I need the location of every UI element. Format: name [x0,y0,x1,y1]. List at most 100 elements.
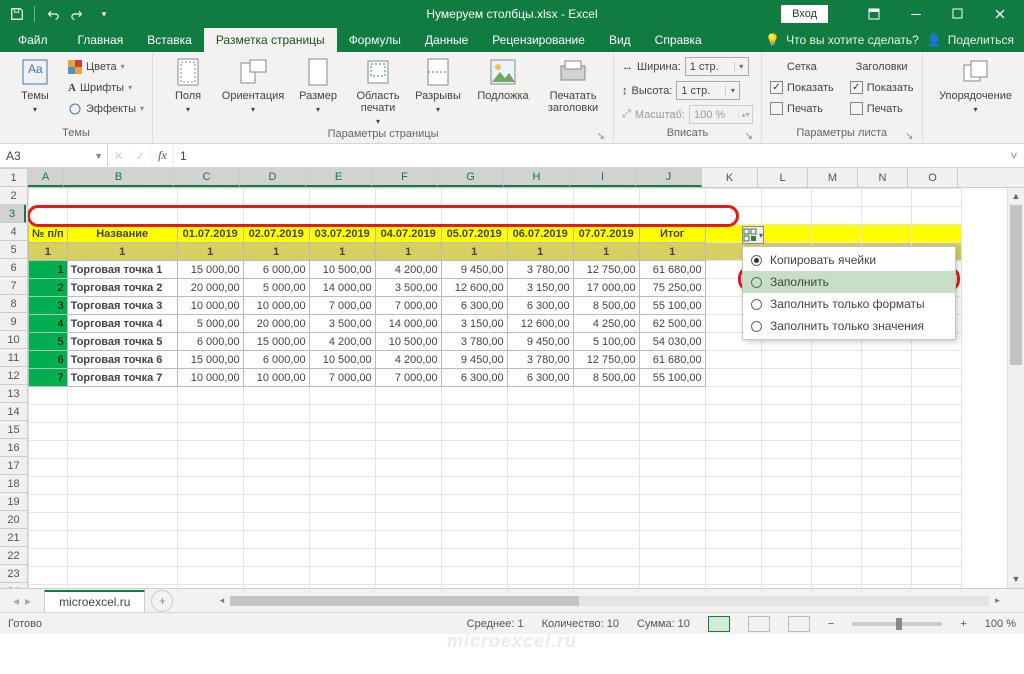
cell[interactable]: 12 750,00 [573,351,639,369]
column-header[interactable]: G [438,168,504,187]
print-titles-button[interactable]: Печатать заголовки [541,56,605,114]
cell[interactable]: 15 000,00 [243,333,309,351]
cell[interactable]: 3 150,00 [507,279,573,297]
cell[interactable]: 17 000,00 [573,279,639,297]
cell[interactable]: 5 000,00 [177,315,243,333]
column-header[interactable]: B [64,168,174,187]
fit-scale[interactable]: ⤢Масштаб:100 %▴▾ [622,104,753,125]
cell[interactable]: 3 780,00 [507,351,573,369]
dialog-launcher-icon[interactable]: ↘ [905,131,913,142]
cell[interactable]: 4 200,00 [375,261,441,279]
tab-file[interactable]: Файл [0,28,66,52]
row-header[interactable]: 2 [0,187,27,205]
headings-view-checkbox[interactable]: ✓Показать [850,77,914,98]
cell[interactable]: 1 [507,243,573,261]
cell[interactable]: 1 [441,243,507,261]
cell[interactable]: 1 [67,243,177,261]
cell[interactable]: 54 030,00 [639,333,705,351]
signin-button[interactable]: Вход [781,5,828,23]
tell-me[interactable]: 💡 Что вы хотите сделать? [765,33,919,47]
cell[interactable]: 3 500,00 [375,279,441,297]
row-header[interactable]: 22 [0,547,27,565]
row-header[interactable]: 14 [0,403,27,421]
cancel-formula-icon[interactable]: ✕ [108,144,130,167]
row-header[interactable]: 19 [0,493,27,511]
cell[interactable]: 6 000,00 [177,333,243,351]
cell[interactable]: 6 300,00 [441,369,507,387]
tab-view[interactable]: Вид [597,28,643,52]
menu-fill-formatting[interactable]: Заполнить только форматы [743,293,955,315]
cell[interactable]: 10 500,00 [375,333,441,351]
cell[interactable]: 12 750,00 [573,261,639,279]
tab-data[interactable]: Данные [413,28,480,52]
cell[interactable]: 10 000,00 [177,369,243,387]
save-icon[interactable] [6,3,28,25]
print-area-button[interactable]: Область печати▾ [351,56,405,128]
cell[interactable]: 1 [639,243,705,261]
cell[interactable]: 12 600,00 [441,279,507,297]
cell[interactable]: 6 300,00 [507,369,573,387]
column-header[interactable]: I [570,168,636,187]
cell[interactable]: № п/п [29,225,68,243]
cell[interactable]: 8 500,00 [573,369,639,387]
theme-effects[interactable]: Эффекты ▾ [68,98,144,119]
cell[interactable]: Итог [639,225,705,243]
row-header[interactable]: 13 [0,385,27,403]
menu-fill-series[interactable]: Заполнить [743,271,955,293]
minimize-icon[interactable] [896,0,936,28]
column-header[interactable]: O [908,168,958,187]
zoom-slider[interactable] [852,622,942,626]
name-box[interactable]: A3▼ [0,144,108,167]
row-header[interactable]: 3 [0,205,26,223]
cell[interactable]: 20 000,00 [243,315,309,333]
cell[interactable]: 1 [309,243,375,261]
column-header[interactable]: K [702,168,758,187]
select-all-cells[interactable] [0,168,28,169]
cell[interactable]: Торговая точка 7 [67,369,177,387]
column-header[interactable]: A [28,168,64,187]
autofill-options-button[interactable]: ▾ [742,226,764,244]
column-header[interactable]: H [504,168,570,187]
cell[interactable]: Торговая точка 6 [67,351,177,369]
menu-fill-values[interactable]: Заполнить только значения [743,315,955,337]
cell[interactable]: 14 000,00 [309,279,375,297]
orientation-button[interactable]: Ориентация▾ [221,56,285,116]
view-page-layout-icon[interactable] [748,616,770,632]
dialog-launcher-icon[interactable]: ↘ [597,131,605,142]
cell[interactable]: 7 000,00 [375,297,441,315]
cell[interactable]: 10 000,00 [243,369,309,387]
row-header[interactable]: 7 [0,277,27,295]
cell[interactable]: 02.07.2019 [243,225,309,243]
gridlines-view-checkbox[interactable]: ✓Показать [770,77,834,98]
cell[interactable]: 4 [29,315,68,333]
cell[interactable]: 61 680,00 [639,351,705,369]
column-header[interactable]: C [174,168,240,187]
cell[interactable]: 15 000,00 [177,351,243,369]
row-header[interactable]: 23 [0,565,27,583]
cell[interactable]: 3 780,00 [441,333,507,351]
undo-icon[interactable] [41,3,63,25]
cell[interactable]: 3 500,00 [309,315,375,333]
cell[interactable]: 15 000,00 [177,261,243,279]
cell[interactable]: 03.07.2019 [309,225,375,243]
dialog-launcher-icon[interactable]: ↘ [745,131,753,142]
cell[interactable]: 7 000,00 [309,369,375,387]
row-header[interactable]: 16 [0,439,27,457]
breaks-button[interactable]: Разрывы▾ [411,56,465,116]
cell[interactable]: 10 000,00 [243,297,309,315]
cell[interactable]: 5 000,00 [243,279,309,297]
tab-help[interactable]: Справка [643,28,714,52]
cell[interactable]: Торговая точка 5 [67,333,177,351]
row-header[interactable]: 12 [0,367,27,385]
cell[interactable]: 3 150,00 [441,315,507,333]
theme-colors[interactable]: Цвета ▾ [68,56,144,77]
horizontal-scrollbar[interactable]: ◂▸ [213,592,1006,609]
margins-button[interactable]: Поля▾ [161,56,215,116]
cell[interactable]: 12 600,00 [507,315,573,333]
cell[interactable]: 2 [29,279,68,297]
cell[interactable]: 1 [29,261,68,279]
cell[interactable]: 6 000,00 [243,351,309,369]
cell[interactable]: 75 250,00 [639,279,705,297]
cell[interactable]: 3 [29,297,68,315]
cell[interactable]: 8 500,00 [573,297,639,315]
